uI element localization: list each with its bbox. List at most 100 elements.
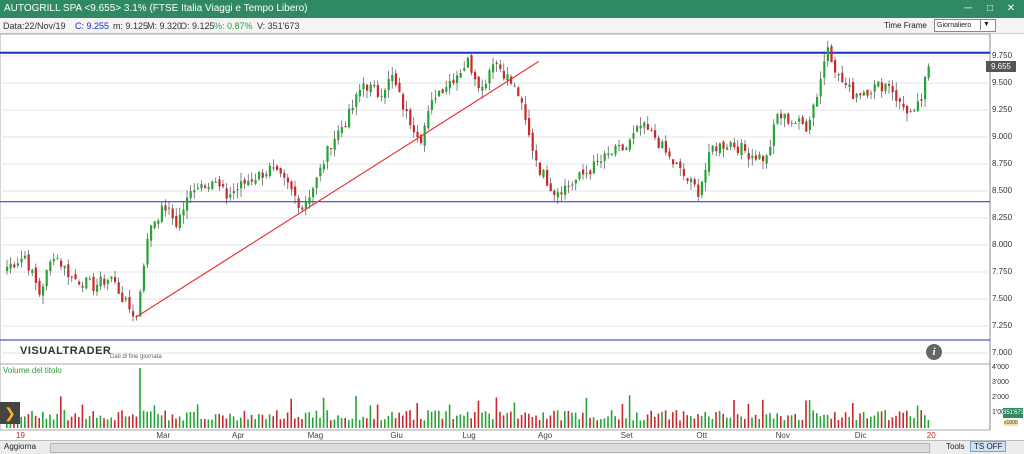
volume-bar bbox=[416, 403, 418, 428]
volume-bar bbox=[510, 411, 512, 428]
candle-body bbox=[459, 72, 462, 78]
volume-bar bbox=[178, 416, 181, 428]
ts-off-button[interactable]: TS OFF bbox=[970, 441, 1007, 452]
x-tick-label: Ago bbox=[538, 431, 553, 440]
candle-body bbox=[708, 152, 711, 172]
volume-bar bbox=[290, 398, 292, 428]
volume-bar bbox=[538, 419, 541, 428]
volume-bar bbox=[664, 410, 667, 428]
volume-bar bbox=[636, 412, 638, 428]
volume-bar bbox=[517, 418, 519, 428]
volume-bar bbox=[380, 420, 382, 428]
volume-bar bbox=[391, 411, 393, 428]
volume-bar bbox=[49, 414, 51, 428]
candle-body bbox=[78, 281, 81, 285]
volume-bar bbox=[106, 419, 109, 428]
candle-body bbox=[24, 255, 27, 259]
volume-bar bbox=[751, 417, 753, 428]
volume-bar bbox=[387, 415, 390, 428]
candle-body bbox=[801, 117, 804, 124]
candle-body bbox=[416, 131, 419, 138]
tools-button[interactable]: Tools bbox=[946, 442, 965, 451]
candle-body bbox=[20, 258, 23, 263]
volume-bar bbox=[607, 416, 609, 428]
volume-bar bbox=[852, 403, 854, 428]
volume-bar bbox=[330, 420, 332, 428]
volume-bar bbox=[272, 416, 274, 428]
volume-bar bbox=[758, 418, 760, 428]
y-tick-label: 8.250 bbox=[992, 213, 1013, 222]
volume-bar bbox=[92, 411, 94, 428]
volume-bar bbox=[326, 410, 328, 428]
candle-body bbox=[70, 276, 73, 278]
candle-body bbox=[445, 86, 448, 92]
volume-bar bbox=[812, 410, 814, 428]
candle-body bbox=[520, 98, 523, 103]
candle-body bbox=[614, 145, 617, 155]
data-source-note: Dati di fine giornata bbox=[110, 354, 162, 360]
candle-body bbox=[574, 179, 577, 184]
volume-multiplier: x1000 bbox=[1004, 420, 1018, 426]
volume-bar bbox=[229, 413, 231, 428]
candle-body bbox=[146, 238, 149, 265]
x-tick-label: Apr bbox=[232, 431, 245, 440]
volume-bar bbox=[434, 410, 436, 428]
volume-bar bbox=[474, 411, 476, 428]
candle-body bbox=[553, 190, 556, 196]
y-tick-label: 7.000 bbox=[992, 348, 1013, 357]
volume-bar bbox=[481, 412, 483, 428]
price-chart[interactable] bbox=[0, 0, 1024, 453]
x-tick-label: Ott bbox=[696, 431, 708, 440]
candle-body bbox=[697, 184, 700, 197]
candle-body bbox=[884, 83, 887, 91]
candle-body bbox=[175, 215, 178, 227]
candle-body bbox=[398, 82, 401, 92]
volume-bar bbox=[394, 418, 397, 428]
volume-bar bbox=[564, 411, 566, 428]
refresh-button[interactable]: Aggiorna bbox=[4, 442, 36, 451]
volume-bar bbox=[308, 412, 310, 428]
expand-panel-icon[interactable]: ❯ bbox=[0, 402, 20, 424]
candle-body bbox=[517, 87, 520, 96]
candle-body bbox=[571, 184, 574, 186]
volume-bar bbox=[114, 420, 116, 428]
info-icon[interactable]: i bbox=[926, 344, 942, 360]
candle-body bbox=[88, 278, 91, 280]
volume-bar bbox=[398, 412, 400, 428]
candle-body bbox=[225, 188, 228, 199]
volume-bar bbox=[686, 415, 688, 428]
volume-bar bbox=[27, 414, 30, 428]
candle-body bbox=[438, 90, 441, 97]
volume-bar bbox=[657, 413, 660, 428]
volume-bar bbox=[542, 412, 544, 428]
bottom-toolbar: Aggiorna Tools TS OFF bbox=[0, 440, 1024, 454]
candle-body bbox=[524, 104, 527, 120]
candle-body bbox=[726, 147, 729, 150]
volume-bar bbox=[718, 410, 721, 428]
candle-body bbox=[258, 171, 261, 180]
volume-bar bbox=[661, 411, 663, 428]
candle-body bbox=[607, 153, 610, 156]
candle-body bbox=[308, 197, 311, 205]
volume-bar bbox=[189, 411, 192, 428]
candle-body bbox=[13, 264, 16, 268]
volume-bar bbox=[614, 416, 616, 428]
volume-bar bbox=[232, 416, 235, 428]
volume-bar bbox=[794, 413, 796, 428]
candle-body bbox=[250, 179, 253, 182]
volume-bar bbox=[546, 418, 548, 428]
volume-bar bbox=[182, 420, 184, 428]
volume-bar bbox=[744, 418, 746, 428]
volume-bar bbox=[196, 404, 199, 428]
candle-body bbox=[312, 188, 315, 198]
candle-body bbox=[369, 84, 372, 93]
volume-bar bbox=[150, 411, 152, 428]
candle-body bbox=[603, 153, 606, 161]
volume-bar bbox=[762, 399, 764, 428]
volume-bar bbox=[495, 397, 498, 428]
horizontal-scrollbar[interactable] bbox=[50, 443, 930, 453]
volume-bar bbox=[412, 419, 415, 428]
volume-bar bbox=[445, 411, 447, 428]
volume-bar bbox=[639, 420, 642, 428]
y-tick-label: 8.000 bbox=[992, 240, 1013, 249]
